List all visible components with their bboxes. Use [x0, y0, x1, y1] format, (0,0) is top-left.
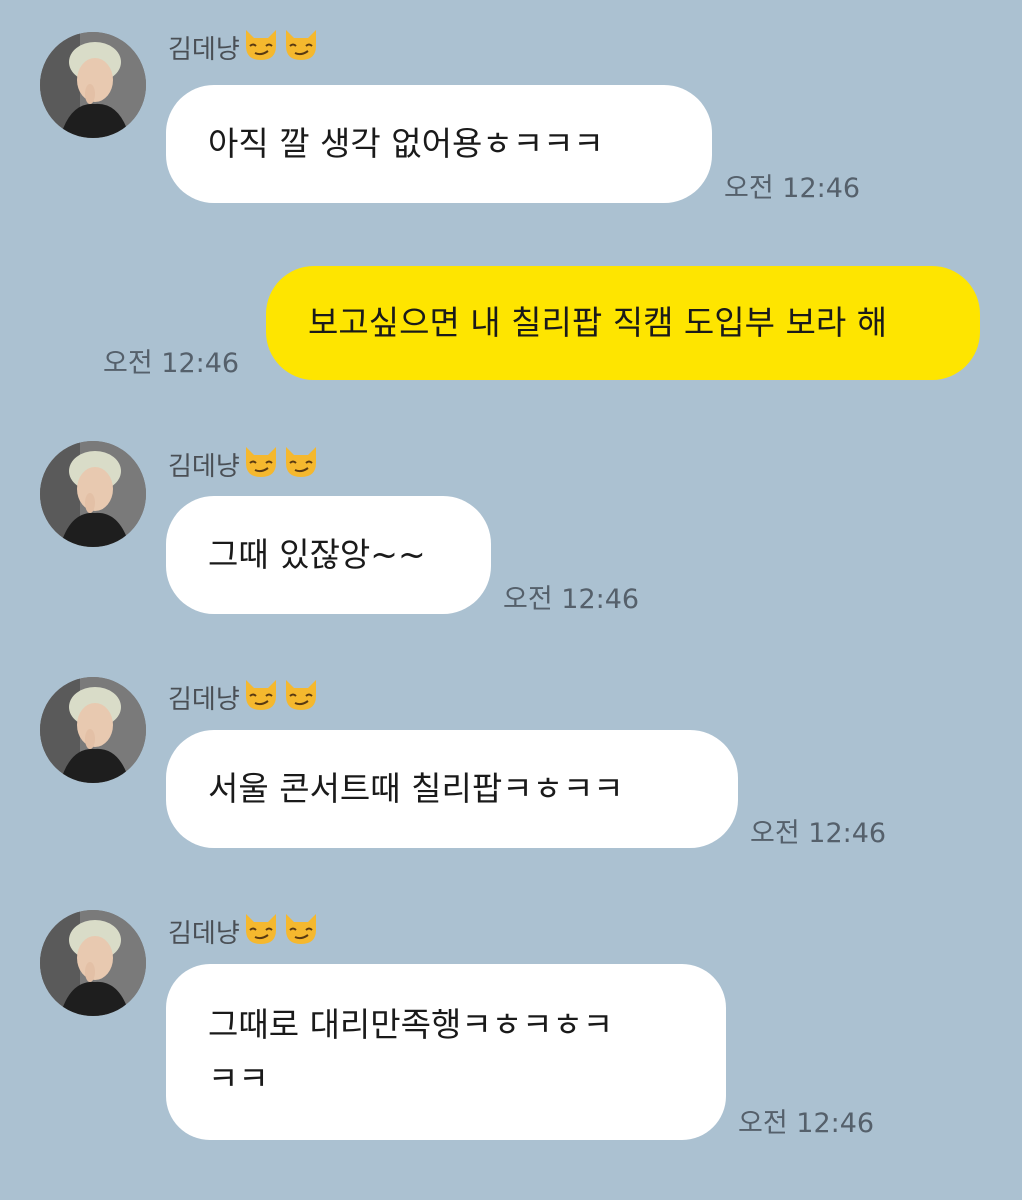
incoming-message-bubble[interactable]: 아직 깔 생각 없어용ㅎㅋㅋㅋ [166, 85, 712, 203]
avatar[interactable] [40, 441, 146, 547]
smirking-cat-emoji-icon [242, 676, 280, 719]
message-text: 아직 깔 생각 없어용ㅎㅋㅋㅋ [208, 124, 604, 163]
incoming-message-bubble[interactable]: 서울 콘서트때 칠리팝ㅋㅎㅋㅋ [166, 730, 738, 848]
avatar[interactable] [40, 910, 146, 1016]
sender-name-text: 김데냥 [168, 451, 240, 482]
sender-name: 김데냥 [168, 913, 320, 949]
smirking-cat-emoji-icon [242, 910, 280, 953]
message-timestamp: 오전 12:46 [750, 818, 887, 849]
message-timestamp: 오전 12:46 [724, 173, 861, 204]
smirking-cat-emoji-icon [282, 676, 320, 719]
sender-name-text: 김데냥 [168, 918, 240, 949]
outgoing-message-bubble[interactable]: 보고싶으면 내 칠리팝 직캠 도입부 보라 해 [266, 266, 980, 380]
message-timestamp: 오전 12:46 [103, 348, 240, 379]
message-text: 서울 콘서트때 칠리팝ㅋㅎㅋㅋ [208, 769, 624, 808]
smirking-cat-emoji-icon [242, 26, 280, 69]
avatar[interactable] [40, 32, 146, 138]
message-text: 보고싶으면 내 칠리팝 직캠 도입부 보라 해 [308, 303, 888, 342]
avatar[interactable] [40, 677, 146, 783]
smirking-cat-emoji-icon [282, 443, 320, 486]
smirking-cat-emoji-icon [242, 443, 280, 486]
message-timestamp: 오전 12:46 [503, 584, 640, 615]
incoming-message-bubble[interactable]: 그때 있잖앙~~ [166, 496, 491, 614]
message-text-line: 그때로 대리만족행ㅋㅎㅋㅎㅋ [208, 1005, 614, 1044]
message-text-line: ㅋㅋ [208, 1059, 269, 1098]
sender-name-text: 김데냥 [168, 684, 240, 715]
sender-name: 김데냥 [168, 29, 320, 65]
message-text: 그때 있잖앙~~ [208, 535, 426, 574]
incoming-message-bubble[interactable]: 그때로 대리만족행ㅋㅎㅋㅎㅋ ㅋㅋ [166, 964, 726, 1140]
smirking-cat-emoji-icon [282, 26, 320, 69]
sender-name-text: 김데냥 [168, 34, 240, 65]
smirking-cat-emoji-icon [282, 910, 320, 953]
message-timestamp: 오전 12:46 [738, 1108, 875, 1139]
sender-name: 김데냥 [168, 679, 320, 715]
sender-name: 김데냥 [168, 446, 320, 482]
